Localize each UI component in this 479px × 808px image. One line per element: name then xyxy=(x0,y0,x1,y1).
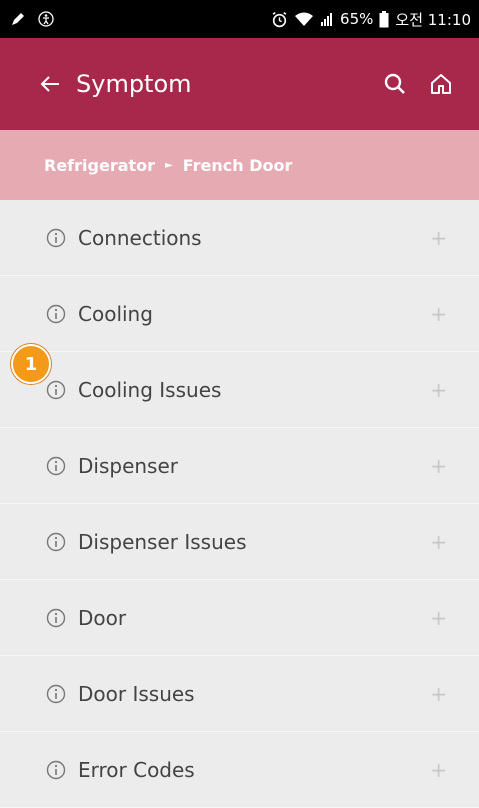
list-item[interactable]: Dispenser + xyxy=(0,428,479,504)
info-icon xyxy=(46,684,66,704)
list-item-label: Door Issues xyxy=(78,681,195,706)
info-icon xyxy=(46,304,66,324)
info-icon xyxy=(46,456,66,476)
wifi-icon xyxy=(294,11,314,27)
info-icon xyxy=(46,760,66,780)
search-button[interactable] xyxy=(383,72,407,96)
list-item-label: Dispenser Issues xyxy=(78,529,247,554)
status-bar: 65% 오전 11:10 xyxy=(0,0,479,38)
app-bar: Symptom xyxy=(0,38,479,130)
list-item-label: Cooling xyxy=(78,301,153,326)
back-button[interactable] xyxy=(40,75,60,93)
list-item-label: Door xyxy=(78,605,127,630)
info-icon xyxy=(46,380,66,400)
breadcrumb-separator: ► xyxy=(165,159,173,171)
accessibility-icon xyxy=(38,11,54,27)
signal-icon xyxy=(320,11,334,27)
alarm-icon xyxy=(271,11,288,28)
status-right: 65% 오전 11:10 xyxy=(271,9,471,30)
list-item-label: Cooling Issues xyxy=(78,377,222,402)
callout-badge: 1 xyxy=(11,344,51,384)
list-item[interactable]: Cooling Issues + xyxy=(0,352,479,428)
page-title: Symptom xyxy=(76,70,192,98)
list-item[interactable]: Cooling + xyxy=(0,276,479,352)
battery-icon xyxy=(379,10,389,28)
battery-percent: 65% xyxy=(340,10,374,28)
expand-icon[interactable]: + xyxy=(430,682,447,706)
pen-icon xyxy=(10,11,26,27)
info-icon xyxy=(46,228,66,248)
expand-icon[interactable]: + xyxy=(430,758,447,782)
home-button[interactable] xyxy=(429,72,453,96)
search-icon xyxy=(384,73,405,94)
clock: 오전 11:10 xyxy=(395,10,471,29)
list-item-label: Dispenser xyxy=(78,453,178,478)
list-item[interactable]: Dispenser Issues + xyxy=(0,504,479,580)
list-item[interactable]: Door + xyxy=(0,580,479,656)
breadcrumb-item-french-door[interactable]: French Door xyxy=(183,156,293,175)
list-item[interactable]: Connections + xyxy=(0,200,479,276)
info-icon xyxy=(46,532,66,552)
expand-icon[interactable]: + xyxy=(430,530,447,554)
list-item-label: Error Codes xyxy=(78,757,195,782)
breadcrumb: Refrigerator ► French Door xyxy=(0,130,479,200)
status-left xyxy=(10,11,54,27)
expand-icon[interactable]: + xyxy=(430,606,447,630)
arrow-left-icon xyxy=(40,76,59,92)
symptom-list: Connections + Cooling + Cooling Issues +… xyxy=(0,200,479,808)
list-item[interactable]: Error Codes + xyxy=(0,732,479,808)
home-icon xyxy=(431,74,451,94)
expand-icon[interactable]: + xyxy=(430,378,447,402)
expand-icon[interactable]: + xyxy=(430,226,447,250)
list-item-label: Connections xyxy=(78,225,202,250)
expand-icon[interactable]: + xyxy=(430,454,447,478)
info-icon xyxy=(46,608,66,628)
list-item[interactable]: Door Issues + xyxy=(0,656,479,732)
expand-icon[interactable]: + xyxy=(430,302,447,326)
breadcrumb-item-refrigerator[interactable]: Refrigerator xyxy=(44,156,155,175)
